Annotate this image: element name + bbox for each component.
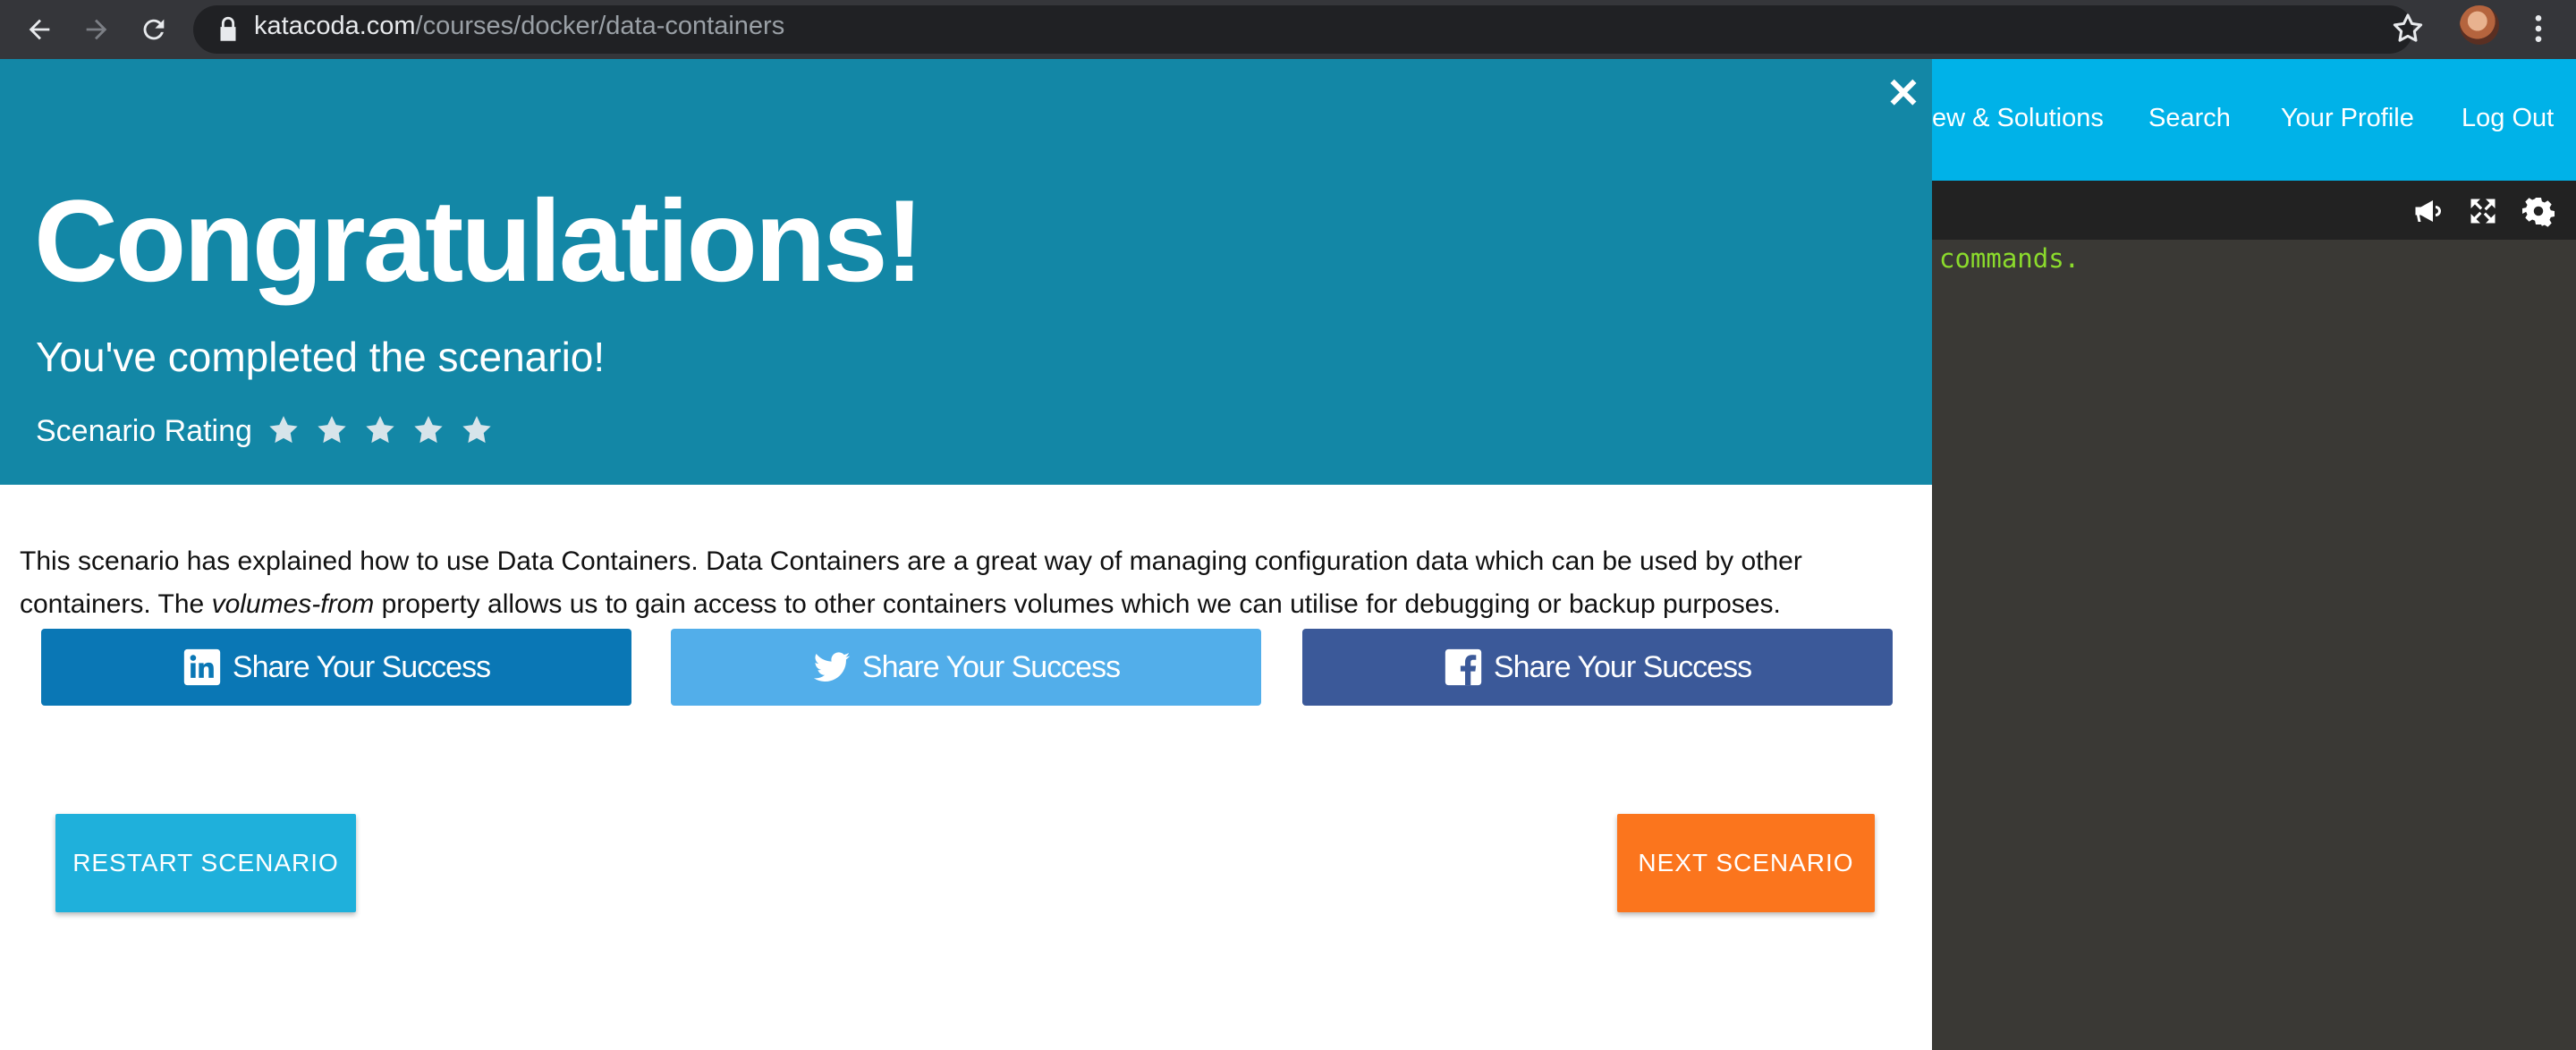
restart-scenario-button[interactable]: RESTART SCENARIO <box>55 814 356 912</box>
share-twitter-button[interactable]: Share Your Success <box>671 629 1261 706</box>
megaphone-icon[interactable] <box>2410 195 2445 227</box>
forward-icon[interactable] <box>79 12 114 47</box>
terminal-toolbar <box>1932 181 2576 240</box>
completion-modal: ✕ Congratulations! You've completed the … <box>0 59 1932 1050</box>
star-icon[interactable] <box>363 413 397 447</box>
facebook-icon <box>1445 648 1482 686</box>
scenario-summary: This scenario has explained how to use D… <box>20 540 1907 626</box>
star-icon[interactable] <box>267 413 301 447</box>
browser-menu-icon[interactable] <box>2521 11 2556 47</box>
terminal-output-line: commands. <box>1939 243 2080 274</box>
star-icon[interactable] <box>460 413 494 447</box>
nav-log-out[interactable]: Log Out <box>2462 102 2554 134</box>
nav-your-profile[interactable]: Your Profile <box>2281 102 2414 134</box>
bookmark-star-icon[interactable] <box>2390 11 2426 47</box>
share-facebook-label: Share Your Success <box>1493 649 1752 684</box>
close-icon[interactable]: ✕ <box>1885 72 1921 114</box>
summary-emphasis: volumes-from <box>211 589 375 619</box>
back-icon[interactable] <box>21 12 57 47</box>
share-facebook-button[interactable]: Share Your Success <box>1302 629 1893 706</box>
rating-label: Scenario Rating <box>36 414 252 448</box>
next-scenario-button[interactable]: NEXT SCENARIO <box>1617 814 1875 912</box>
nav-search[interactable]: Search <box>2148 102 2231 134</box>
site-navbar: ew & Solutions Search Your Profile Log O… <box>1932 59 2576 181</box>
profile-avatar[interactable] <box>2460 5 2499 45</box>
summary-text-end: property allows us to gain access to oth… <box>374 589 1781 619</box>
browser-toolbar: katacoda.com/courses/docker/data-contain… <box>0 0 2576 59</box>
star-icon[interactable] <box>315 413 349 447</box>
linkedin-icon <box>183 648 221 686</box>
modal-subtitle: You've completed the scenario! <box>36 334 606 380</box>
reload-icon[interactable] <box>136 12 172 47</box>
terminal-panel[interactable]: commands. <box>1932 240 2576 1050</box>
rating-stars[interactable] <box>267 413 494 447</box>
share-linkedin-button[interactable]: Share Your Success <box>41 629 631 706</box>
url-host: katacoda.com <box>254 12 416 40</box>
share-linkedin-label: Share Your Success <box>232 649 491 684</box>
modal-header: ✕ Congratulations! You've completed the … <box>0 59 1932 485</box>
url-path: /courses/docker/data-containers <box>415 12 785 40</box>
url-text[interactable]: katacoda.com/courses/docker/data-contain… <box>254 11 784 41</box>
share-twitter-label: Share Your Success <box>861 649 1121 684</box>
modal-title: Congratulations! <box>34 175 924 306</box>
star-icon[interactable] <box>411 413 445 447</box>
twitter-icon <box>813 652 851 682</box>
lock-icon <box>220 16 236 41</box>
gear-icon[interactable] <box>2521 195 2556 227</box>
nav-review-solutions[interactable]: ew & Solutions <box>1932 102 2104 134</box>
fullscreen-icon[interactable] <box>2465 195 2501 227</box>
